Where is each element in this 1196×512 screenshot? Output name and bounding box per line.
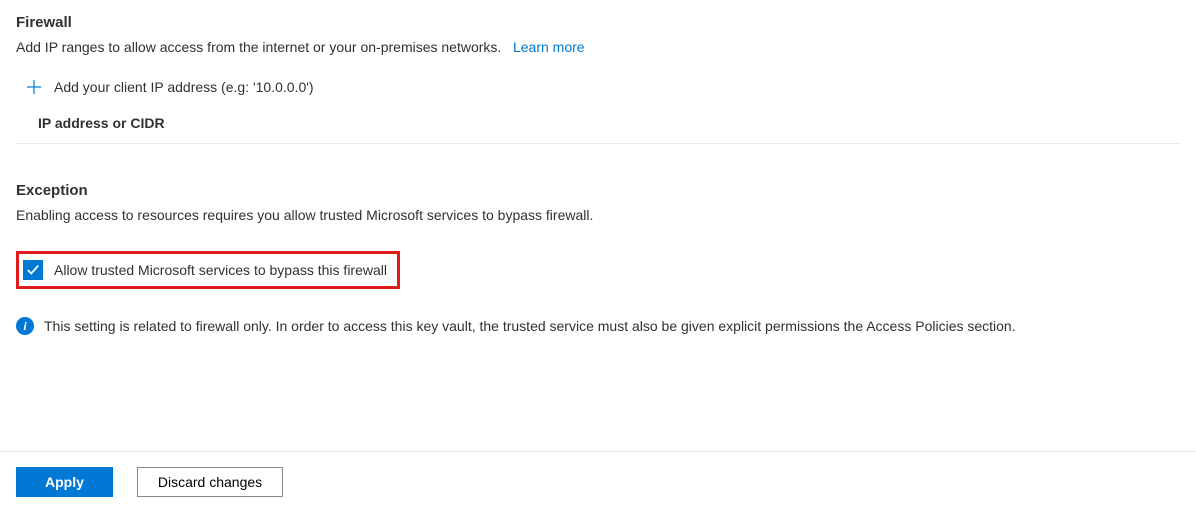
firewall-description-text: Add IP ranges to allow access from the i… — [16, 39, 501, 55]
footer-actions: Apply Discard changes — [0, 451, 1196, 512]
plus-icon — [26, 79, 42, 95]
exception-description: Enabling access to resources requires yo… — [16, 207, 1180, 223]
info-message: i This setting is related to firewall on… — [16, 317, 1180, 379]
info-message-text: This setting is related to firewall only… — [44, 318, 1016, 334]
info-icon: i — [16, 317, 34, 335]
exception-section: Exception Enabling access to resources r… — [16, 182, 1180, 379]
trusted-services-checkbox[interactable] — [23, 260, 43, 280]
learn-more-link[interactable]: Learn more — [513, 39, 585, 55]
trusted-services-checkbox-label: Allow trusted Microsoft services to bypa… — [54, 262, 387, 278]
highlighted-setting: Allow trusted Microsoft services to bypa… — [16, 251, 400, 289]
discard-changes-button[interactable]: Discard changes — [137, 467, 283, 497]
firewall-heading: Firewall — [16, 14, 1180, 31]
firewall-section: Firewall Add IP ranges to allow access f… — [16, 14, 1180, 144]
firewall-description: Add IP ranges to allow access from the i… — [16, 39, 1180, 55]
apply-button[interactable]: Apply — [16, 467, 113, 497]
ip-address-column-header: IP address or CIDR — [16, 109, 1180, 144]
add-client-ip-label: Add your client IP address (e.g: '10.0.0… — [54, 79, 314, 95]
exception-heading: Exception — [16, 182, 1180, 199]
add-client-ip-button[interactable]: Add your client IP address (e.g: '10.0.0… — [16, 73, 1180, 109]
